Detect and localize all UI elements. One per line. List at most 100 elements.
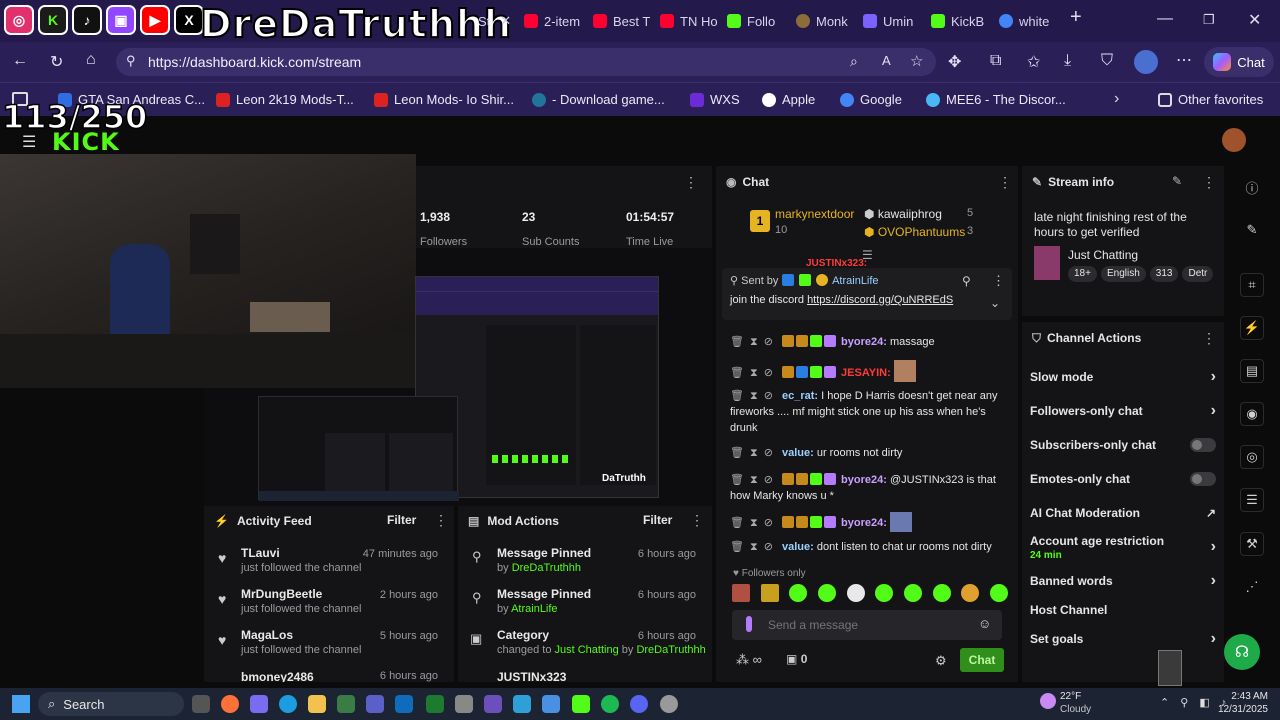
minimize-icon[interactable]: — bbox=[1157, 10, 1173, 28]
timeout-icon[interactable]: ⧗ bbox=[750, 336, 758, 348]
delete-icon[interactable]: 🗑 bbox=[730, 474, 744, 486]
leaderboard-user[interactable]: markynextdoor bbox=[775, 207, 854, 221]
chat-icon[interactable]: ◉ bbox=[1240, 402, 1264, 426]
extensions-icon[interactable]: ✥ bbox=[948, 52, 961, 72]
weather-temp[interactable]: 22°F bbox=[1060, 691, 1081, 702]
tab-tn[interactable]: TN Ho bbox=[660, 8, 718, 34]
layout-icon[interactable]: ☰ bbox=[1240, 488, 1264, 512]
address-bar[interactable]: ⚲ https://dashboard.kick.com/stream ⌕ A … bbox=[116, 48, 936, 76]
bookmark-item[interactable]: Leon 2k19 Mods-T... bbox=[216, 92, 354, 107]
task-view-icon[interactable] bbox=[192, 695, 210, 713]
download-icon[interactable]: ⤓ bbox=[1064, 52, 1071, 70]
tab-kickb[interactable]: KickB bbox=[931, 8, 991, 34]
edge-icon[interactable] bbox=[279, 695, 297, 713]
subscribers-only-toggle[interactable] bbox=[1190, 438, 1216, 452]
clock-time[interactable]: 2:43 AM bbox=[1222, 691, 1268, 702]
bookmark-item[interactable]: Leon Mods- Io Shir... bbox=[374, 92, 514, 107]
ban-icon[interactable]: ⊘ bbox=[764, 390, 773, 402]
more-menu-icon[interactable]: ⋯ bbox=[1176, 50, 1192, 70]
ban-icon[interactable]: ⊘ bbox=[764, 517, 773, 529]
emote-button[interactable] bbox=[961, 584, 980, 602]
delete-icon[interactable]: 🗑 bbox=[730, 336, 744, 348]
kick-icon[interactable] bbox=[572, 695, 590, 713]
ban-icon[interactable]: ⊘ bbox=[764, 336, 773, 348]
firefox-icon[interactable] bbox=[221, 695, 239, 713]
activity-menu-icon[interactable]: ⋮ bbox=[434, 512, 448, 529]
bookmark-item[interactable]: Google bbox=[840, 92, 902, 107]
timeout-icon[interactable]: ⧗ bbox=[750, 517, 758, 529]
emoji-icon[interactable]: ☺ bbox=[978, 616, 991, 631]
delete-icon[interactable]: 🗑 bbox=[730, 390, 744, 402]
emote-button[interactable] bbox=[760, 584, 779, 602]
zoom-icon[interactable]: ⌕ bbox=[850, 53, 858, 70]
bookmark-item[interactable]: MEE6 - The Discor... bbox=[926, 92, 1066, 107]
delete-icon[interactable]: 🗑 bbox=[730, 517, 744, 529]
tab-follow[interactable]: Follo bbox=[727, 8, 787, 34]
shield-icon[interactable]: ⛉ bbox=[1101, 52, 1113, 70]
followers-only-row[interactable]: Followers-only chat › bbox=[1030, 402, 1216, 419]
obs-icon[interactable] bbox=[660, 695, 678, 713]
screen-capture-icon[interactable]: ⌗ bbox=[1240, 273, 1264, 297]
stats-menu-icon[interactable]: ⋮ bbox=[684, 174, 698, 191]
app-icon[interactable] bbox=[337, 695, 355, 713]
send-chat-button[interactable]: Chat bbox=[960, 648, 1004, 672]
refresh-icon[interactable]: ↻ bbox=[50, 52, 63, 72]
site-info-icon[interactable]: ⚲ bbox=[126, 53, 136, 69]
copilot-icon[interactable] bbox=[250, 695, 268, 713]
timeout-icon[interactable]: ⧗ bbox=[750, 367, 758, 379]
emotes-only-toggle[interactable] bbox=[1190, 472, 1216, 486]
tag-pill[interactable]: 18+ bbox=[1068, 266, 1097, 282]
close-window-icon[interactable]: ✕ bbox=[1248, 10, 1261, 30]
broadcast-icon[interactable]: ◎ bbox=[1240, 445, 1264, 469]
chat-message-input[interactable] bbox=[768, 614, 968, 636]
stream-info-menu-icon[interactable]: ⋮ bbox=[1202, 174, 1216, 191]
emote-button[interactable] bbox=[932, 584, 951, 602]
windows-start-icon[interactable] bbox=[12, 695, 30, 713]
tag-pill[interactable]: Detr bbox=[1182, 266, 1214, 282]
tab-best[interactable]: Best T bbox=[593, 8, 651, 34]
restore-icon[interactable]: ❐ bbox=[1203, 12, 1215, 28]
emote-button[interactable] bbox=[903, 584, 922, 602]
tag-pill[interactable]: 313 bbox=[1149, 266, 1179, 282]
document-icon[interactable]: ▤ bbox=[1240, 359, 1264, 383]
other-favorites[interactable]: Other favorites bbox=[1158, 92, 1263, 107]
outlook-icon[interactable] bbox=[395, 695, 413, 713]
delete-icon[interactable]: 🗑 bbox=[730, 541, 744, 553]
profile-avatar[interactable] bbox=[1134, 50, 1158, 74]
tab-2-item[interactable]: 2-item bbox=[524, 8, 584, 34]
unpin-icon[interactable]: ⚲ bbox=[962, 274, 971, 288]
emote-button[interactable] bbox=[732, 584, 750, 602]
split-screen-icon[interactable]: ⧉ bbox=[990, 52, 1001, 70]
home-icon[interactable]: ⌂ bbox=[86, 51, 96, 69]
timeout-icon[interactable]: ⧗ bbox=[750, 474, 758, 486]
slow-mode-row[interactable]: Slow mode › bbox=[1030, 368, 1216, 385]
app-icon[interactable] bbox=[542, 695, 560, 713]
close-tab-icon[interactable]: ✕ bbox=[500, 13, 511, 29]
favorites-icon[interactable]: ✩ bbox=[1027, 52, 1040, 72]
delete-icon[interactable]: 🗑 bbox=[730, 367, 744, 379]
points-display[interactable]: ▣ 0 bbox=[786, 652, 807, 666]
app-icon[interactable] bbox=[513, 695, 531, 713]
chevron-right-icon[interactable]: › bbox=[1114, 90, 1119, 108]
wrench-icon[interactable]: ⚒ bbox=[1240, 532, 1264, 556]
delete-icon[interactable]: 🗑 bbox=[730, 447, 744, 459]
app-icon[interactable] bbox=[455, 695, 473, 713]
edit-stream-info-icon[interactable]: ✎ bbox=[1172, 174, 1182, 188]
emote-button[interactable] bbox=[875, 584, 894, 602]
tab-white[interactable]: white bbox=[999, 8, 1059, 34]
activity-filter-button[interactable]: Filter bbox=[387, 513, 416, 527]
timeout-icon[interactable]: ⧗ bbox=[750, 541, 758, 553]
mod-filter-button[interactable]: Filter bbox=[643, 513, 672, 527]
favorite-star-icon[interactable]: ☆ bbox=[910, 52, 923, 70]
file-explorer-icon[interactable] bbox=[308, 695, 326, 713]
emote-button[interactable] bbox=[817, 584, 836, 602]
emote-button[interactable] bbox=[789, 584, 808, 602]
tab-monk[interactable]: Monk bbox=[796, 8, 854, 34]
chevron-down-icon[interactable]: ⌄ bbox=[990, 296, 1000, 310]
banned-words-row[interactable]: Banned words › bbox=[1030, 572, 1216, 589]
support-headset-icon[interactable]: ☊ bbox=[1224, 634, 1260, 670]
ban-icon[interactable]: ⊘ bbox=[764, 474, 773, 486]
tab-active[interactable]: St ✕ bbox=[478, 8, 520, 34]
bookmark-item[interactable]: - Download game... bbox=[532, 92, 665, 107]
ai-moderation-row[interactable]: AI Chat Moderation ↗ bbox=[1030, 506, 1216, 520]
